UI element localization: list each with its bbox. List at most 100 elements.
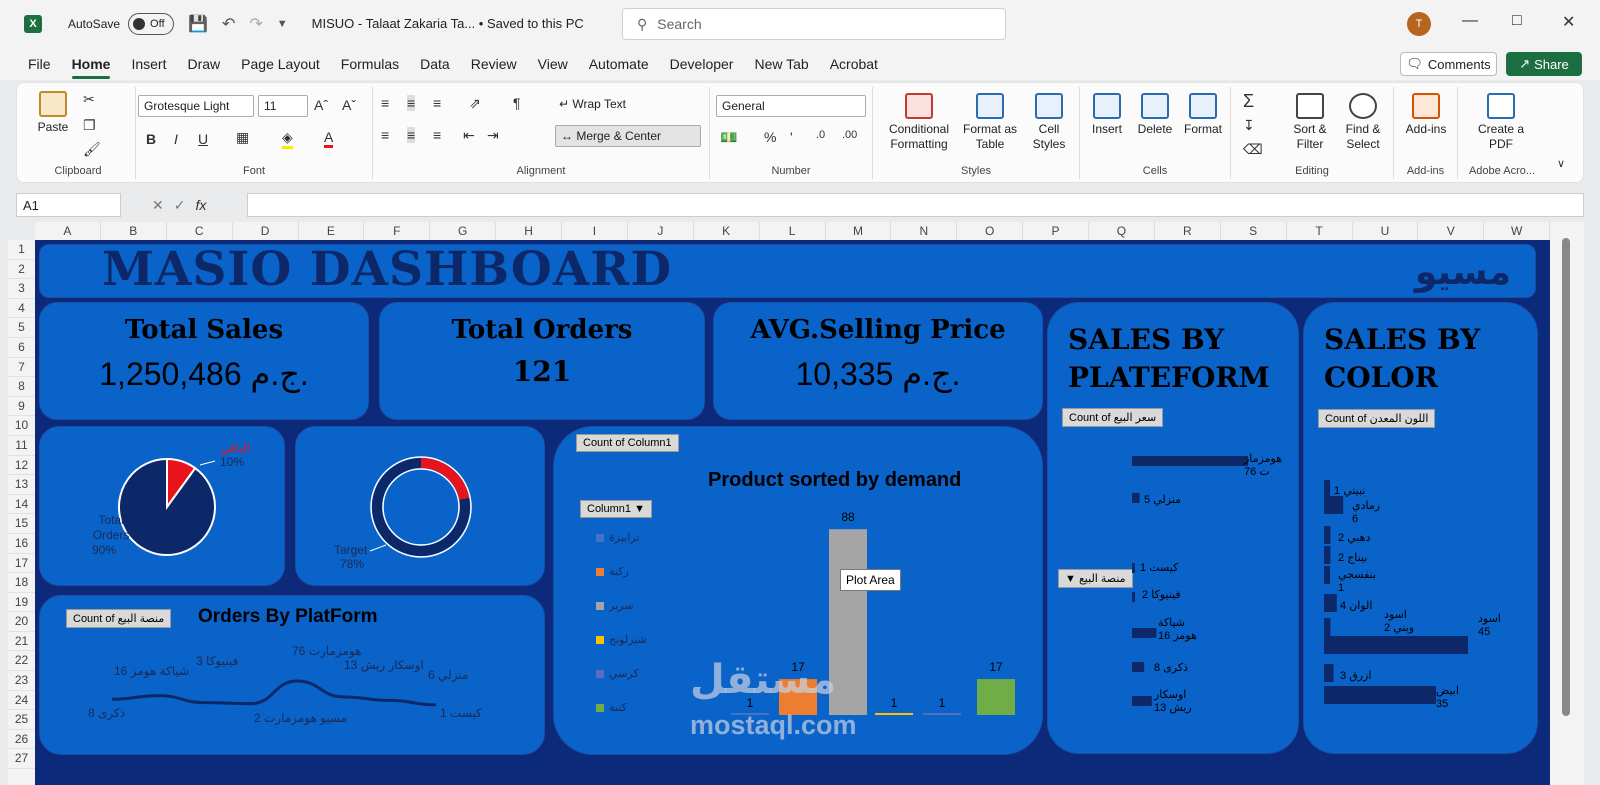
tab-formulas[interactable]: Formulas <box>341 56 399 72</box>
row-header[interactable]: 7 <box>8 358 35 378</box>
addins-button[interactable]: Add-ins <box>1398 93 1454 137</box>
borders-icon[interactable]: ▦ <box>236 129 249 146</box>
percent-icon[interactable]: % <box>764 129 776 145</box>
italic-button[interactable]: I <box>174 131 178 147</box>
save-icon[interactable]: 💾 <box>188 14 208 34</box>
cell-styles-button[interactable]: Cell Styles <box>1023 93 1075 152</box>
currency-icon[interactable]: 💵 <box>720 129 737 146</box>
row-header[interactable]: 21 <box>8 632 35 652</box>
decrease-indent-icon[interactable]: ⇤ <box>463 127 475 144</box>
row-header[interactable]: 3 <box>8 279 35 299</box>
search-box[interactable]: ⚲ Search <box>622 8 1006 40</box>
increase-indent-icon[interactable]: ⇥ <box>487 127 499 144</box>
row-header[interactable]: 24 <box>8 691 35 711</box>
autosum-icon[interactable]: Σ <box>1243 91 1254 112</box>
row-header[interactable]: 27 <box>8 749 35 770</box>
align-right-icon[interactable]: ≡ <box>433 127 441 143</box>
col-header[interactable]: D <box>233 222 299 240</box>
row-header[interactable]: 23 <box>8 671 35 691</box>
tab-file[interactable]: File <box>28 56 51 72</box>
rtl-icon[interactable]: ¶ <box>513 95 521 111</box>
col-header[interactable]: S <box>1221 222 1287 240</box>
tab-review[interactable]: Review <box>471 56 517 72</box>
col-header[interactable]: W <box>1484 222 1551 240</box>
delete-cells-button[interactable]: Delete <box>1132 93 1178 137</box>
tab-draw[interactable]: Draw <box>187 56 220 72</box>
orientation-icon[interactable]: ⇗ <box>469 95 481 112</box>
create-pdf-button[interactable]: Create a PDF <box>1468 93 1534 152</box>
paste-button[interactable]: Paste <box>31 91 75 135</box>
cancel-icon[interactable]: ✕ <box>152 197 164 214</box>
row-header[interactable]: 18 <box>8 573 35 593</box>
fill-color-icon[interactable]: ◈ <box>282 129 293 149</box>
col-header[interactable]: L <box>760 222 826 240</box>
bold-button[interactable]: B <box>146 131 156 147</box>
sort-filter-button[interactable]: Sort & Filter <box>1287 93 1333 152</box>
align-middle-icon[interactable]: ≡ <box>407 95 416 111</box>
comma-icon[interactable]: ʹ <box>790 129 793 145</box>
merge-center-button[interactable]: ↔ Merge & Center <box>555 125 701 147</box>
col-header[interactable]: M <box>826 222 892 240</box>
tab-developer[interactable]: Developer <box>670 56 734 72</box>
document-title[interactable]: MISUO - Talaat Zakaria Ta... • Saved to … <box>312 16 584 31</box>
tab-data[interactable]: Data <box>420 56 450 72</box>
find-select-button[interactable]: Find & Select <box>1337 93 1389 152</box>
col-header[interactable]: V <box>1418 222 1485 240</box>
col-header[interactable]: T <box>1287 222 1353 240</box>
format-painter-icon[interactable]: 🖌 <box>83 141 101 158</box>
user-avatar[interactable]: T <box>1407 12 1431 36</box>
row-header[interactable]: 1 <box>8 240 35 260</box>
ribbon-collapse-icon[interactable]: ∨ <box>1557 157 1565 170</box>
row-header[interactable]: 4 <box>8 299 35 319</box>
col-header[interactable]: O <box>957 222 1024 240</box>
tab-view[interactable]: View <box>538 56 568 72</box>
row-header[interactable]: 8 <box>8 377 35 397</box>
vertical-scrollbar[interactable] <box>1550 222 1584 785</box>
grow-font-icon[interactable]: Aˆ <box>314 97 328 113</box>
align-center-icon[interactable]: ≡ <box>407 127 416 143</box>
font-size-select[interactable]: 11 <box>258 95 308 117</box>
row-header[interactable]: 11 <box>8 436 35 456</box>
tab-page-layout[interactable]: Page Layout <box>241 56 320 72</box>
customize-toolbar-icon[interactable]: ▼ <box>277 18 288 30</box>
row-header[interactable]: 2 <box>8 260 35 280</box>
row-header[interactable]: 25 <box>8 710 35 730</box>
row-header[interactable]: 26 <box>8 730 35 750</box>
fill-icon[interactable]: ↧ <box>1243 117 1255 134</box>
col-header[interactable]: U <box>1353 222 1419 240</box>
copy-icon[interactable]: ❐ <box>83 117 96 134</box>
col-header[interactable]: C <box>167 222 233 240</box>
minimize-icon[interactable]: — <box>1462 12 1478 30</box>
row-header[interactable]: 12 <box>8 456 35 476</box>
conditional-formatting-button[interactable]: Conditional Formatting <box>881 93 957 152</box>
col-header[interactable]: I <box>562 222 628 240</box>
col-header[interactable]: Q <box>1089 222 1155 240</box>
number-format-select[interactable]: General <box>716 95 866 117</box>
font-name-select[interactable]: Grotesque Light <box>138 95 254 117</box>
increase-decimal-icon[interactable]: .0 <box>816 129 825 141</box>
tab-acrobat[interactable]: Acrobat <box>830 56 878 72</box>
col-header[interactable]: A <box>35 222 101 240</box>
undo-icon[interactable]: ↶ <box>222 14 235 34</box>
row-header[interactable]: 6 <box>8 338 35 358</box>
share-button[interactable]: ↗ Share <box>1506 52 1582 76</box>
maximize-icon[interactable]: □ <box>1512 12 1522 30</box>
shrink-font-icon[interactable]: Aˇ <box>342 97 356 113</box>
close-icon[interactable]: ✕ <box>1562 12 1575 32</box>
enter-icon[interactable]: ✓ <box>174 197 186 214</box>
insert-cells-button[interactable]: Insert <box>1084 93 1130 137</box>
col-header[interactable]: K <box>694 222 760 240</box>
col-header[interactable]: P <box>1023 222 1089 240</box>
tab-home[interactable]: Home <box>71 56 110 79</box>
comments-button[interactable]: 🗨 Comments <box>1400 52 1497 76</box>
row-header[interactable]: 14 <box>8 495 35 515</box>
align-top-icon[interactable]: ≡ <box>381 95 389 111</box>
format-as-table-button[interactable]: Format as Table <box>959 93 1021 152</box>
align-bottom-icon[interactable]: ≡ <box>433 95 441 111</box>
name-box[interactable]: A1 <box>16 193 121 217</box>
cut-icon[interactable]: ✂ <box>83 91 95 108</box>
col-header[interactable]: B <box>101 222 167 240</box>
col-header[interactable]: H <box>496 222 562 240</box>
tab-insert[interactable]: Insert <box>131 56 166 72</box>
fx-icon[interactable]: fx <box>195 197 206 213</box>
